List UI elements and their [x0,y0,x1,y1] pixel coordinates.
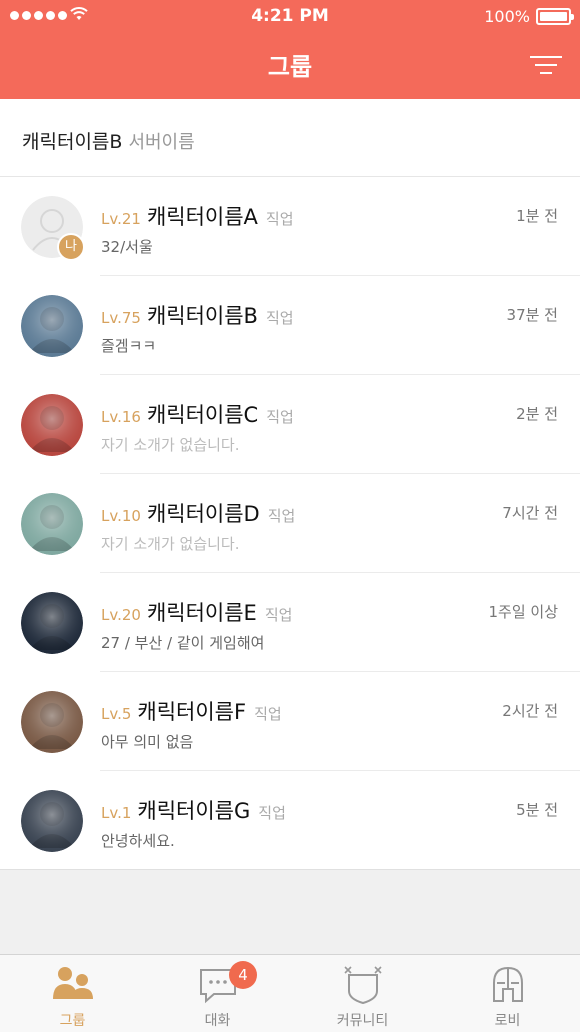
member-level: Lv.21 [101,210,141,228]
tab-group[interactable]: 그룹 [0,955,145,1032]
member-title-line: Lv.5 캐릭터이름F 직업 [101,696,282,726]
unread-badge: 4 [229,961,257,989]
member-level: Lv.10 [101,507,141,525]
tab-lobby-label: 로비 [494,1013,521,1029]
member-job: 직업 [264,606,293,624]
member-name: 캐릭터이름C [146,403,259,427]
member-name: 캐릭터이름G [137,799,251,823]
member-name: 캐릭터이름B [146,304,258,328]
member-last-active: 2시간 전 [502,702,558,720]
tab-lobby[interactable]: 로비 [435,955,580,1032]
app-header: 4:21 PM 100% 그룹 [0,0,580,99]
member-level: Lv.75 [101,309,141,327]
member-avatar[interactable] [21,295,83,357]
member-status: 자기 소개가 없습니다. [101,535,240,553]
member-status: 27 / 부산 / 같이 게임해여 [101,634,265,652]
filter-menu-icon[interactable] [530,52,562,78]
member-row[interactable]: 나 Lv.21 캐릭터이름A 직업 1분 전 32/서울 [0,177,580,276]
member-last-active: 7시간 전 [502,504,558,522]
member-job: 직업 [266,408,294,426]
member-status: 안녕하세요. [101,832,175,850]
member-list: 나 Lv.21 캐릭터이름A 직업 1분 전 32/서울 Lv.75 캐릭터이름… [0,177,580,870]
member-last-active: 1분 전 [516,207,558,225]
battery-icon [536,8,574,25]
member-status: 아무 의미 없음 [101,733,194,751]
member-last-active: 5분 전 [516,801,558,819]
server-name: 서버이름 [128,132,195,153]
member-last-active: 2분 전 [516,405,558,423]
tab-chat-label: 대화 [204,1013,231,1029]
page-title: 그룹 [267,53,313,81]
member-level: Lv.1 [101,804,132,822]
member-avatar[interactable] [21,394,83,456]
member-status: 32/서울 [101,238,153,256]
group-icon [52,967,93,999]
member-job: 직업 [267,507,296,525]
member-last-active: 37분 전 [506,306,558,324]
community-shield-icon [343,966,382,1005]
member-row[interactable]: Lv.5 캐릭터이름F 직업 2시간 전 아무 의미 없음 [0,672,580,771]
tab-bar: 그룹 4 대화 커뮤니티 로비 [0,954,580,1032]
member-level: Lv.5 [101,705,132,723]
member-title-line: Lv.10 캐릭터이름D 직업 [101,498,295,528]
member-avatar[interactable] [21,493,83,555]
tab-community[interactable]: 커뮤니티 [290,955,435,1032]
member-title-line: Lv.20 캐릭터이름E 직업 [101,597,292,627]
me-badge: 나 [57,233,85,261]
member-status: 즐겜ㅋㅋ [101,337,157,355]
member-name: 캐릭터이름A [146,205,258,229]
member-level: Lv.16 [101,408,141,426]
member-level: Lv.20 [101,606,141,624]
group-character-name: 캐릭터이름B 서버이름 [22,127,195,154]
member-job: 직업 [265,309,294,327]
tab-chat[interactable]: 4 대화 [145,955,290,1032]
member-row[interactable]: Lv.1 캐릭터이름G 직업 5분 전 안녕하세요. [0,771,580,870]
member-name: 캐릭터이름F [137,700,247,724]
member-row[interactable]: Lv.75 캐릭터이름B 직업 37분 전 즐겜ㅋㅋ [0,276,580,375]
member-job: 직업 [265,210,294,228]
member-row[interactable]: Lv.20 캐릭터이름E 직업 1주일 이상 27 / 부산 / 같이 게임해여 [0,573,580,672]
member-avatar[interactable] [21,691,83,753]
member-title-line: Lv.1 캐릭터이름G 직업 [101,795,286,825]
member-status: 자기 소개가 없습니다. [101,436,240,454]
member-avatar[interactable] [21,592,83,654]
member-job: 직업 [258,804,286,822]
status-bar: 4:21 PM 100% [0,0,580,34]
empty-area [0,870,580,954]
group-header: 캐릭터이름B 서버이름 [0,99,580,177]
member-title-line: Lv.21 캐릭터이름A 직업 [101,201,294,231]
member-last-active: 1주일 이상 [488,603,558,621]
battery-percent: 100% [484,7,530,26]
member-row[interactable]: Lv.10 캐릭터이름D 직업 7시간 전 자기 소개가 없습니다. [0,474,580,573]
member-name: 캐릭터이름E [146,601,257,625]
my-character-name: 캐릭터이름B [22,131,123,153]
member-title-line: Lv.16 캐릭터이름C 직업 [101,399,294,429]
member-avatar[interactable] [21,790,83,852]
member-job: 직업 [254,705,282,723]
member-row[interactable]: Lv.16 캐릭터이름C 직업 2분 전 자기 소개가 없습니다. [0,375,580,474]
member-name: 캐릭터이름D [146,502,260,526]
tab-group-label: 그룹 [59,1013,86,1029]
tab-community-label: 커뮤니티 [336,1013,389,1029]
helmet-icon [492,966,523,1002]
member-title-line: Lv.75 캐릭터이름B 직업 [101,300,294,330]
